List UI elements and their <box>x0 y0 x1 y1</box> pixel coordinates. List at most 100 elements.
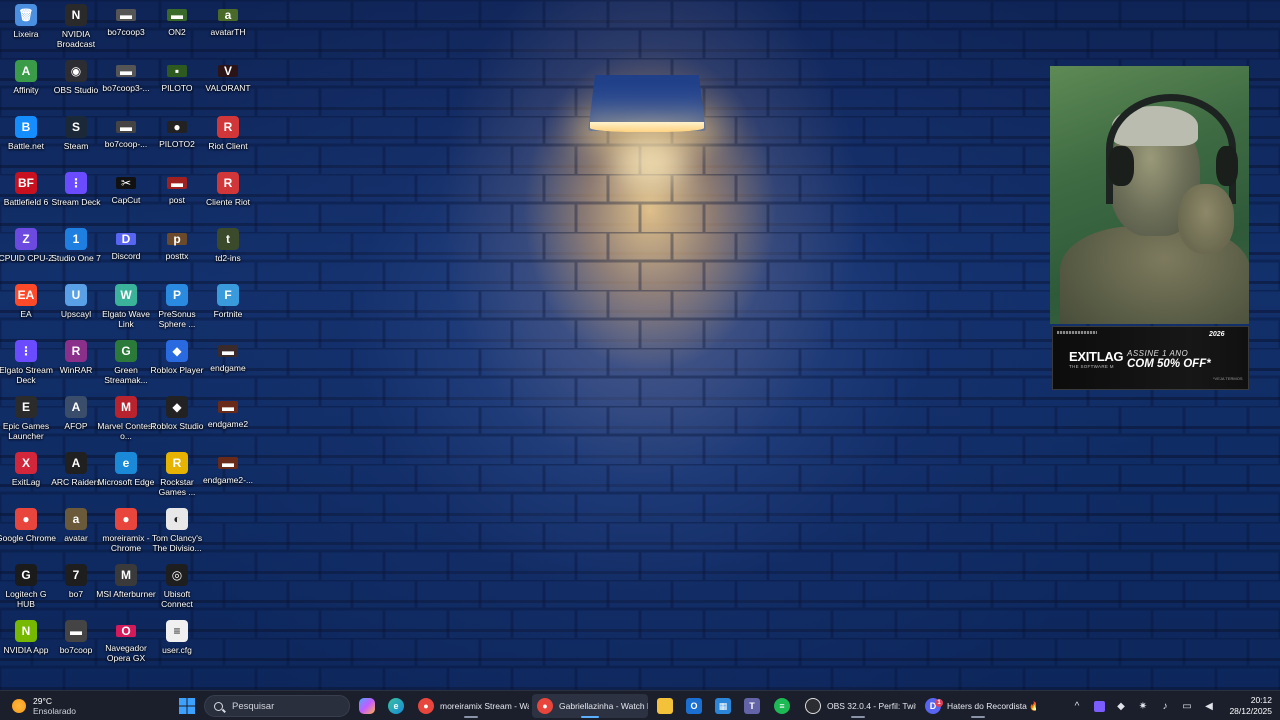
desktop-icon[interactable]: ◉ OBS Studio <box>50 56 102 95</box>
desktop-icon[interactable]: ▬ ON2 <box>151 0 203 37</box>
desktop-icon[interactable]: ⋮ Stream Deck <box>50 168 102 207</box>
desktop-icon[interactable]: F Fortnite <box>202 280 254 319</box>
webcam-overlay <box>1050 66 1249 324</box>
desktop-icon[interactable]: ◆ Roblox Studio <box>151 392 203 431</box>
desktop-icon[interactable]: ▬ endgame2-... <box>202 448 254 485</box>
desktop-icon[interactable]: U Upscayl <box>50 280 102 319</box>
desktop-icon[interactable]: M MSI Afterburner <box>96 560 156 599</box>
taskbar-window-1[interactable]: ● moreiramix Stream - Wa <box>413 694 529 718</box>
start-button[interactable] <box>174 694 200 718</box>
desktop-icon[interactable]: BF Battlefield 6 <box>0 168 52 207</box>
desktop-icon[interactable]: R Riot Client <box>202 112 254 151</box>
desktop-icon[interactable]: ▬ endgame2 <box>202 392 254 429</box>
taskbar-store[interactable]: ▦ <box>710 694 736 718</box>
bo7coop3-icon: ▬ <box>116 8 136 22</box>
store-icon: ▦ <box>715 698 731 714</box>
desktop-icon[interactable]: V VALORANT <box>202 56 254 93</box>
desktop-icon[interactable]: Z CPUID CPU-Z <box>0 224 53 263</box>
desktop-icon[interactable]: ▬ bo7coop <box>50 616 102 655</box>
taskbar-edge[interactable]: e <box>383 694 409 718</box>
taskbar-search[interactable]: Pesquisar <box>204 695 350 717</box>
bo7coop-shortcut-icon: ▬ <box>116 120 136 134</box>
exitlag-icon: X <box>15 452 37 474</box>
taskbar-spotify[interactable]: ≡ <box>769 694 795 718</box>
desktop-icon[interactable]: X ExitLag <box>0 448 52 487</box>
desktop-icon[interactable]: ● moreiramix - Chrome <box>100 504 152 553</box>
desktop-icon[interactable]: D Discord <box>100 224 152 261</box>
desktop-icon[interactable]: a avatar <box>50 504 102 543</box>
desktop-icon[interactable]: ▬ bo7coop-... <box>100 112 152 149</box>
desktop-icon[interactable]: p posttx <box>151 224 203 261</box>
exitlag-ad-banner[interactable]: 2026 EXITLAG THE SOFTWARE M ASSINE 1 ANO… <box>1052 326 1249 390</box>
desktop-icon[interactable]: R Cliente Riot <box>202 168 254 207</box>
msi-afterburner-icon: M <box>115 564 137 586</box>
taskbar-outlook[interactable]: O <box>681 694 707 718</box>
taskbar-file-explorer[interactable] <box>652 694 678 718</box>
system-tray: ^ ◆ ✷ ♪ ▭ ◀ 20:12 28/12/2025 <box>1066 691 1280 720</box>
desktop-icon[interactable]: A ARC Raiders <box>50 448 102 487</box>
desktop-icon[interactable]: A AFOP <box>50 392 102 431</box>
desktop-icon[interactable]: t td2-ins <box>202 224 254 263</box>
desktop-icon[interactable]: ▪ PILOTO <box>151 56 203 93</box>
desktop-icon[interactable]: e Microsoft Edge <box>98 448 154 487</box>
clock[interactable]: 20:12 28/12/2025 <box>1220 695 1280 717</box>
desktop-icon[interactable]: G Logitech G HUB <box>0 560 52 609</box>
obs-icon <box>805 698 821 714</box>
teams-icon: T <box>744 698 760 714</box>
desktop-icon[interactable]: ● Google Chrome <box>0 504 56 543</box>
folder-icon <box>657 698 673 714</box>
desktop-icon[interactable]: ◐ Tom Clancy's The Divisio... <box>151 504 203 553</box>
desktop-icon[interactable]: G Green Streamak... <box>100 336 152 385</box>
taskbar-teams[interactable]: T <box>739 694 765 718</box>
desktop-icon[interactable]: ▬ post <box>151 168 203 205</box>
desktop-icon[interactable]: ◎ Ubisoft Connect <box>151 560 203 609</box>
desktop-icon[interactable]: a avatarTH <box>202 0 254 37</box>
desktop-icon[interactable]: M Marvel Contest o... <box>97 392 155 441</box>
desktop-icon[interactable]: N NVIDIA App <box>0 616 52 655</box>
chevron-up-icon[interactable]: ^ <box>1066 691 1088 720</box>
desktop-icon[interactable]: W Elgato Wave Link <box>100 280 152 329</box>
affinity-icon: A <box>15 60 37 82</box>
division-icon: ◐ <box>166 508 188 530</box>
desktop-icon[interactable]: E Epic Games Launcher <box>0 392 52 441</box>
desktop-icon[interactable]: O Navegador Opera GX <box>100 616 152 663</box>
ad-offer: COM 50% OFF* <box>1127 358 1211 370</box>
taskbar-window-3[interactable]: OBS 32.0.4 - Perfil: Twitc <box>800 694 916 718</box>
desktop-icon[interactable]: R Rockstar Games ... <box>151 448 203 497</box>
desktop-icon[interactable]: P PreSonus Sphere ... <box>151 280 203 329</box>
desktop-icon[interactable]: 🗑 Lixeira <box>0 0 52 39</box>
ad-progress-bar <box>1057 331 1097 334</box>
desktop-icon[interactable]: ▬ endgame <box>202 336 254 373</box>
desktop-icon[interactable]: EA EA <box>0 280 52 319</box>
desktop-icon[interactable]: ≡ user.cfg <box>151 616 203 655</box>
tray-shield-icon[interactable]: ◆ <box>1110 691 1132 720</box>
desktop-icon[interactable]: R WinRAR <box>50 336 102 375</box>
recycle-bin-icon: 🗑 <box>15 4 37 26</box>
desktop-icon[interactable]: ⋮ Elgato Stream Deck <box>0 336 53 385</box>
desktop-icon[interactable]: ▬ bo7coop3 <box>100 0 152 37</box>
nvidia-app-icon: N <box>15 620 37 642</box>
desktop-icon[interactable]: S Steam <box>50 112 102 151</box>
ubisoft-icon: ◎ <box>166 564 188 586</box>
taskbar-window-2[interactable]: ● Gabriellazinha - Watch l <box>532 694 648 718</box>
ad-year: 2026 <box>1209 331 1225 338</box>
network-icon[interactable]: ▭ <box>1176 691 1198 720</box>
window-title: OBS 32.0.4 - Perfil: Twitc <box>827 701 916 711</box>
desktop-icon[interactable]: A Affinity <box>0 56 52 95</box>
microphone-icon[interactable]: ♪ <box>1154 691 1176 720</box>
taskbar-copilot[interactable] <box>354 694 380 718</box>
tray-app-icon[interactable] <box>1088 691 1110 720</box>
desktop-icon[interactable]: ✂ CapCut <box>100 168 152 205</box>
desktop-icon[interactable]: ▬ bo7coop3-... <box>100 56 152 93</box>
weather-widget[interactable]: 29°C Ensolarado <box>12 695 76 717</box>
desktop-icon[interactable]: 7 bo7 <box>50 560 102 599</box>
tray-settings-icon[interactable]: ✷ <box>1132 691 1154 720</box>
desktop-icon[interactable]: B Battle.net <box>0 112 52 151</box>
outlook-icon: O <box>686 698 702 714</box>
desktop-icon[interactable]: ◆ Roblox Player <box>151 336 203 375</box>
volume-icon[interactable]: ◀ <box>1198 691 1220 720</box>
desktop-icon[interactable]: 1 Studio One 7 <box>50 224 102 263</box>
taskbar-window-4[interactable]: D1 Haters do Recordista 🔥 <box>920 694 1036 718</box>
desktop-icon[interactable]: ● PILOTO2 <box>151 112 203 149</box>
desktop-icon[interactable]: N NVIDIA Broadcast <box>50 0 102 49</box>
